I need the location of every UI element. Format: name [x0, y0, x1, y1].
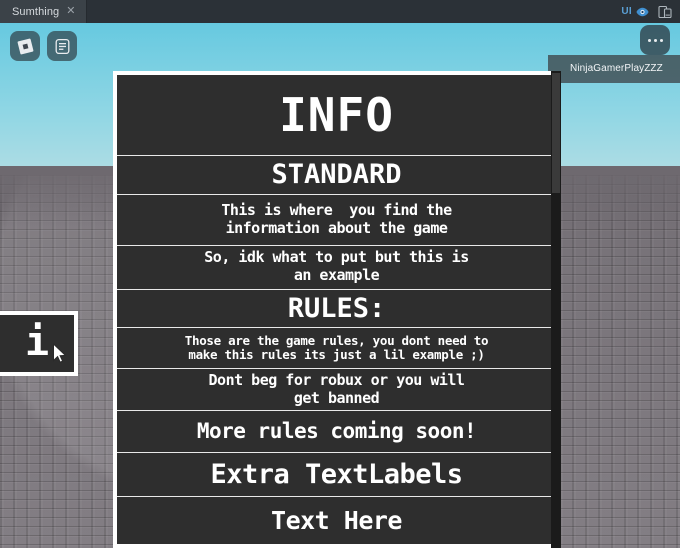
info-panel-heading-standard: STANDARD — [117, 156, 556, 196]
info-panel-scrollbar-thumb[interactable] — [552, 73, 560, 193]
info-panel-text-6: Extra TextLabels — [117, 452, 556, 498]
info-panel: INFO STANDARD This is where you find the… — [113, 71, 560, 548]
studio-window: Sumthing ✕ UI NinjaGamerPlayZZZ i INFO S… — [0, 0, 680, 548]
roblox-logo-icon — [17, 38, 34, 55]
player-nametag: NinjaGamerPlayZZZ — [548, 55, 680, 83]
info-panel-rows: INFO STANDARD This is where you find the… — [117, 75, 556, 544]
ellipsis-icon — [647, 38, 663, 42]
device-preview-icon[interactable] — [658, 5, 672, 19]
roblox-menu-button[interactable] — [10, 31, 40, 61]
close-icon[interactable]: ✕ — [65, 6, 76, 17]
info-panel-scrollbar[interactable] — [551, 71, 561, 548]
ui-toggle-label: UI — [621, 6, 632, 17]
chat-menu-button[interactable] — [47, 31, 77, 61]
place-tab-label: Sumthing — [12, 5, 60, 18]
info-panel-text-7: Text Here — [117, 497, 556, 544]
info-panel-text-5: More rules coming soon! — [117, 410, 556, 453]
info-panel-text-1: This is where you find the information a… — [117, 195, 556, 246]
studio-topbar: Sumthing ✕ UI — [0, 0, 680, 23]
eye-icon[interactable] — [636, 7, 649, 17]
info-panel-title: INFO — [117, 75, 556, 157]
info-open-button-label: i — [0, 315, 74, 372]
info-panel-heading-rules: RULES: — [117, 289, 556, 329]
info-open-button[interactable]: i — [0, 311, 78, 376]
info-panel-text-3: Those are the game rules, you dont need … — [117, 328, 556, 370]
player-options-button[interactable] — [640, 25, 670, 55]
info-panel-text-4: Dont beg for robux or you will get banne… — [117, 369, 556, 411]
info-panel-text-2: So, idk what to put but this is an examp… — [117, 245, 556, 290]
topbar-filler — [86, 0, 622, 23]
place-tab[interactable]: Sumthing ✕ — [0, 0, 87, 23]
player-nametag-label: NinjaGamerPlayZZZ — [570, 63, 663, 74]
list-menu-icon — [54, 38, 71, 55]
topbar-right-controls: UI — [621, 0, 680, 23]
ui-visibility-toggle[interactable]: UI — [621, 6, 649, 17]
game-viewport[interactable]: NinjaGamerPlayZZZ i INFO STANDARD This i… — [0, 23, 680, 548]
